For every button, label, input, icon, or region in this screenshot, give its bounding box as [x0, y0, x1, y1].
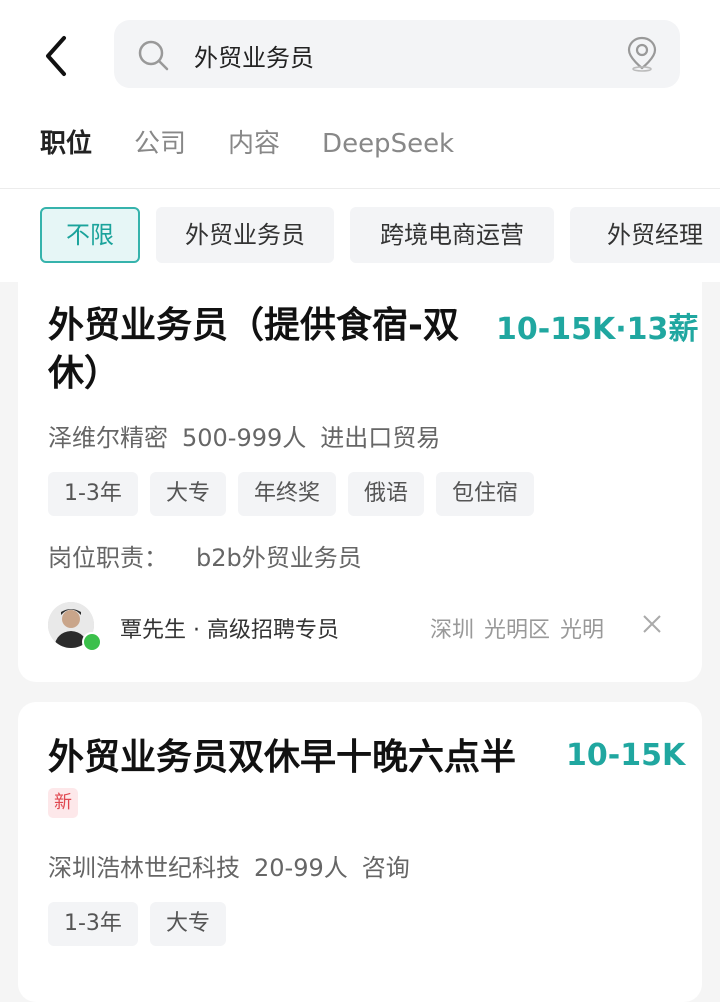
tag-benefit: 年终奖 [237, 472, 336, 516]
tag-experience: 1-3年 [48, 902, 138, 946]
close-icon[interactable] [640, 612, 664, 636]
duty-text: b2b外贸业务员 [196, 544, 362, 572]
divider [0, 188, 720, 189]
company-name: 泽维尔精密 [48, 424, 168, 452]
salary: 10-15K [566, 738, 686, 773]
job-location: 深圳 光明区 光明 [430, 612, 614, 644]
tab-jobs[interactable]: 职位 [40, 122, 92, 170]
company-name: 深圳浩林世纪科技 [48, 854, 240, 882]
search-bar[interactable] [114, 20, 680, 88]
recruiter-name: 覃先生 · 高级招聘专员 [120, 618, 339, 643]
location-area: 光明 [560, 618, 605, 643]
job-card[interactable]: 外贸业务员双休早十晚六点半 10-15K 新 深圳浩林世纪科技 20-99人 咨询 … [18, 702, 702, 1002]
top-bar: 职位 公司 内容 DeepSeek [0, 0, 720, 190]
job-title-continued: 休） [48, 353, 121, 394]
back-arrow-icon [46, 36, 66, 76]
job-tags: 1-3年 大专 年终奖 俄语 包住宿 [48, 472, 546, 516]
tag-education: 大专 [149, 902, 226, 946]
search-input[interactable] [192, 34, 616, 76]
company-size: 500-999人 [182, 424, 307, 452]
tag-experience: 1-3年 [48, 472, 138, 516]
job-title: 外贸业务员双休早十晚六点半 [48, 737, 517, 778]
new-badge: 新 [48, 788, 78, 818]
location-city: 深圳 [430, 618, 475, 643]
tag-education: 大专 [149, 472, 226, 516]
salary: 10-15K·13薪 [496, 312, 699, 347]
company-info: 深圳浩林世纪科技 20-99人 咨询 [48, 848, 424, 883]
online-status-dot [82, 632, 102, 652]
duty-label: 岗位职责： [48, 544, 168, 572]
job-title: 外贸业务员（提供食宿-双 [48, 305, 459, 346]
recruiter-row: 覃先生 · 高级招聘专员 深圳 光明区 光明 [48, 602, 688, 656]
job-duty: 岗位职责： b2b外贸业务员 [48, 538, 362, 573]
tab-companies[interactable]: 公司 [134, 122, 186, 170]
company-info: 泽维尔精密 500-999人 进出口贸易 [48, 418, 454, 453]
company-industry: 咨询 [361, 854, 410, 882]
job-card[interactable]: 外贸业务员（提供食宿-双 休） 10-15K·13薪 泽维尔精密 500-999人… [18, 282, 702, 682]
filter-chips-bar: 不限 外贸业务员 跨境电商运营 外贸经理 [0, 190, 720, 282]
job-tags: 1-3年 大专 [48, 902, 238, 946]
location-pin-icon[interactable] [626, 36, 658, 72]
filter-chip-trade-salesman[interactable]: 外贸业务员 [156, 207, 334, 263]
tag-housing: 包住宿 [435, 472, 534, 516]
company-size: 20-99人 [254, 854, 348, 882]
back-button[interactable] [38, 32, 78, 80]
tab-content[interactable]: 内容 [228, 122, 280, 170]
filter-chip-all[interactable]: 不限 [40, 207, 140, 263]
filter-chip-trade-manager[interactable]: 外贸经理 [570, 207, 720, 263]
search-tabs: 职位 公司 内容 DeepSeek [40, 122, 496, 170]
tag-language: 俄语 [347, 472, 424, 516]
company-industry: 进出口贸易 [320, 424, 441, 452]
tab-deepseek[interactable]: DeepSeek [322, 122, 454, 170]
filter-chip-cross-border-ecommerce[interactable]: 跨境电商运营 [350, 207, 554, 263]
search-icon [138, 40, 169, 71]
location-district: 光明区 [484, 618, 551, 643]
